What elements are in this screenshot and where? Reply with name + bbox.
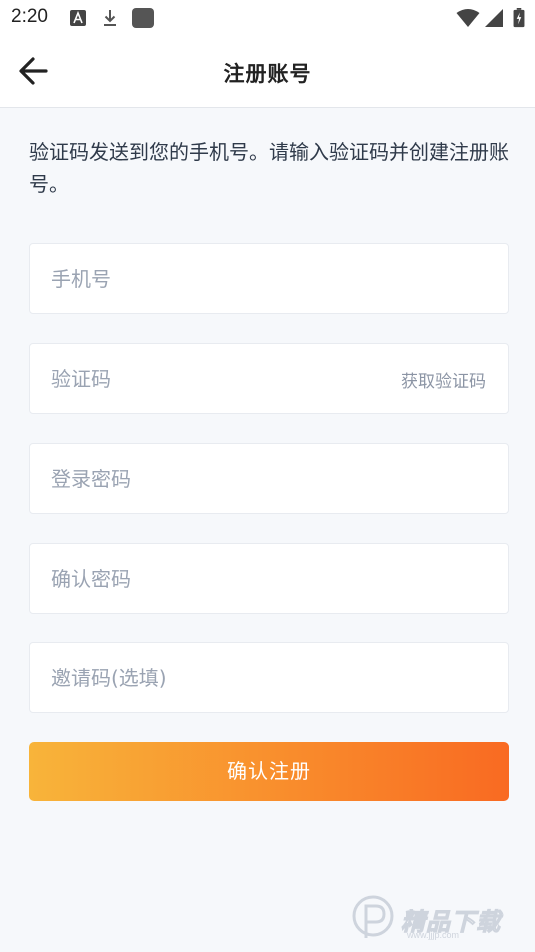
intro-text: 验证码发送到您的手机号。请输入验证码并创建注册账号。 [29, 140, 509, 196]
status-time: 2:20 [11, 6, 48, 27]
password-input[interactable] [51, 444, 381, 513]
phone-field[interactable] [29, 243, 509, 314]
wifi-icon [456, 9, 480, 27]
verification-code-input[interactable] [51, 344, 381, 413]
invite-code-input[interactable] [51, 643, 381, 712]
confirm-register-button[interactable]: 确认注册 [29, 742, 509, 801]
signal-icon [485, 9, 503, 27]
battery-icon [513, 8, 525, 28]
confirm-password-field[interactable] [29, 543, 509, 614]
invite-code-field[interactable] [29, 642, 509, 713]
status-bar: 2:20 [0, 0, 535, 36]
verification-code-field[interactable]: 获取验证码 [29, 343, 509, 414]
watermark-url: www.jjjp.com [407, 930, 460, 940]
get-code-button[interactable]: 获取验证码 [401, 367, 486, 392]
app-square-icon [132, 8, 154, 28]
phone-input[interactable] [51, 244, 381, 313]
watermark-logo: 精品下载 www.jjjp.com [349, 894, 519, 944]
password-field[interactable] [29, 443, 509, 514]
page-title: 注册账号 [223, 62, 312, 86]
watermark-p-icon [352, 895, 394, 938]
download-icon [104, 10, 116, 26]
a-icon [70, 10, 86, 26]
confirm-password-input[interactable] [51, 544, 381, 613]
app-header: 注册账号 [0, 36, 535, 108]
